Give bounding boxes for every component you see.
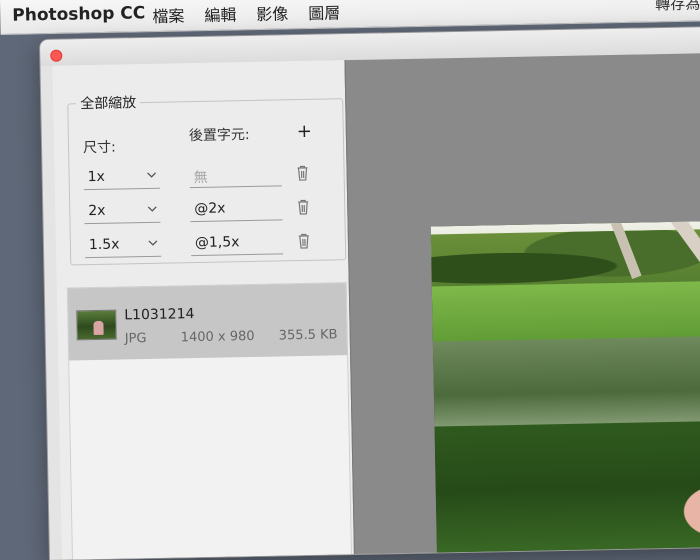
scale-row-2: 2x @2x	[70, 196, 344, 227]
app-name-menu[interactable]: Photoshop CC	[12, 3, 145, 26]
trash-icon[interactable]	[296, 199, 310, 215]
photo-person	[635, 449, 700, 553]
trash-icon[interactable]	[297, 233, 311, 249]
scale-select-1[interactable]: 1x	[83, 165, 160, 191]
suffix-input-2[interactable]: @2x	[190, 197, 283, 223]
scale-value-1: 1x	[87, 168, 105, 186]
list-item[interactable]: L1031214 JPG 1400 x 980 355.5 KB	[67, 283, 348, 361]
export-window: 全部縮放 尺寸: 後置字元: + 1x 無 2x @2x 1.5x @1,5x …	[40, 26, 700, 560]
file-thumbnail	[76, 309, 117, 341]
scale-row-1: 1x 無	[69, 162, 343, 193]
suffix-label: 後置字元:	[188, 126, 250, 145]
file-size: 355.5 KB	[278, 327, 338, 344]
chevron-down-icon	[148, 240, 158, 246]
scale-value-2: 2x	[88, 202, 106, 220]
menu-image[interactable]: 影像	[256, 0, 288, 25]
scale-all-legend: 全部縮放	[80, 95, 137, 113]
suffix-input-3[interactable]: @1,5x	[190, 231, 284, 257]
suffix-placeholder-1: 無	[193, 169, 208, 187]
suffix-value-2: @2x	[194, 200, 226, 218]
scale-value-3: 1.5x	[88, 236, 120, 254]
export-dialog-scene: 全部縮放 尺寸: 後置字元: + 1x 無 2x @2x 1.5x @1,5x …	[40, 26, 700, 560]
plus-icon[interactable]: +	[297, 121, 312, 142]
file-list: L1031214 JPG 1400 x 980 355.5 KB	[66, 282, 353, 560]
scale-select-3[interactable]: 1.5x	[84, 233, 162, 259]
scale-select-2[interactable]: 2x	[84, 199, 161, 225]
scale-all-group: 全部縮放 尺寸: 後置字元: + 1x 無 2x @2x 1.5x @1,5x	[67, 88, 347, 266]
size-label: 尺寸:	[82, 139, 116, 157]
export-as-title: 轉存為	[655, 0, 700, 14]
photo-pond	[432, 334, 700, 432]
left-panel: 全部縮放 尺寸: 後置字元: + 1x 無 2x @2x 1.5x @1,5x …	[52, 60, 355, 560]
suffix-input-1[interactable]: 無	[189, 163, 282, 189]
file-dimensions: 1400 x 980	[180, 328, 255, 346]
preview-area	[344, 52, 700, 560]
menu-layer[interactable]: 圖層	[308, 0, 340, 24]
file-type: JPG	[124, 331, 147, 347]
menu-edit[interactable]: 編輯	[204, 1, 236, 26]
preview-image	[430, 220, 700, 557]
file-name: L1031214	[124, 306, 195, 324]
menu-file[interactable]: 檔案	[152, 2, 184, 27]
close-icon[interactable]	[50, 49, 63, 62]
trash-icon[interactable]	[295, 165, 309, 181]
chevron-down-icon	[147, 206, 157, 212]
scale-row-3: 1.5x @1,5x	[71, 230, 345, 261]
suffix-value-3: @1,5x	[194, 234, 240, 252]
chevron-down-icon	[147, 172, 157, 178]
